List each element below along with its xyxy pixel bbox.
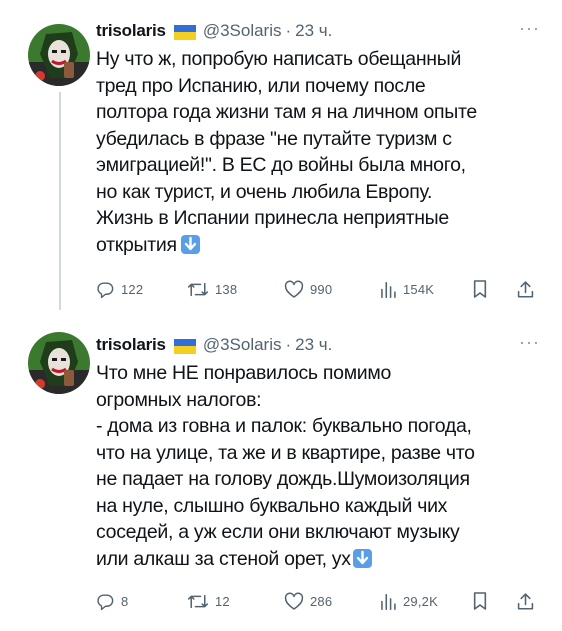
avatar[interactable] — [28, 332, 90, 394]
tweet-text-line: Что мне НЕ понравилось помимо — [96, 362, 392, 384]
tweet-text: Что мне НЕ понравилось помимо огромных н… — [96, 360, 546, 572]
bookmark-icon — [473, 280, 487, 298]
reply-count: 122 — [121, 281, 144, 297]
reply-button[interactable]: 8 — [96, 592, 128, 611]
author-handle[interactable]: @3Solaris — [203, 21, 282, 41]
tweet-text-line: эмиграцией!". В ЕС до войны была много, — [96, 154, 466, 176]
tweet-header: trisolaris @3Solaris · 23 ч. — [96, 20, 332, 42]
tweet-text-line-last: или алкаш за стеной орет, ух — [96, 546, 546, 573]
views-button[interactable]: 154K — [379, 280, 434, 299]
retweet-button[interactable]: 138 — [187, 280, 237, 299]
like-button[interactable]: 990 — [284, 280, 332, 299]
views-icon — [381, 593, 396, 610]
more-options-icon[interactable]: ··· — [519, 18, 540, 39]
like-count: 990 — [310, 281, 333, 297]
tweet-text-line: огромных налогов: — [96, 388, 262, 411]
tweet-text-line: но как турист, и очень любила Европу. — [96, 180, 433, 203]
retweet-count: 12 — [215, 593, 230, 609]
bookmark-button[interactable] — [472, 591, 488, 611]
tweet-text-line-last: открытия — [96, 232, 546, 259]
share-icon — [517, 593, 534, 610]
views-icon — [381, 281, 396, 298]
tweet-text-line: полтора года жизни там я на личном опыте — [96, 101, 477, 123]
tweet-1[interactable]: trisolaris @3Solaris · 23 ч. ··· Ну что … — [0, 0, 562, 315]
author-name[interactable]: trisolaris — [96, 21, 166, 41]
tweet-timestamp[interactable]: 23 ч. — [295, 335, 332, 355]
like-count: 286 — [310, 593, 333, 609]
ukraine-flag-icon — [173, 24, 196, 40]
tweet-text-line: соседей, а уж если они включают музыку — [96, 521, 460, 543]
down-arrow-emoji-icon — [180, 234, 200, 254]
tweet-text-line: Жизнь в Испании принесла неприятные — [96, 207, 449, 229]
tweet-text-line: что на улице, та же и в квартире, разве … — [96, 441, 475, 464]
like-button[interactable]: 286 — [284, 592, 332, 611]
separator-dot: · — [285, 21, 292, 40]
reply-icon — [97, 593, 114, 610]
more-options-icon[interactable]: ··· — [519, 332, 540, 353]
separator-dot: · — [285, 335, 292, 354]
tweet-text-line: - дома из говна и палок: буквально погод… — [96, 415, 472, 437]
tweet-text-line: убедилась в фразе "не путайте туризм с — [96, 127, 452, 150]
reply-count: 8 — [121, 593, 129, 609]
tweet-text-line: тред про Испанию, или почему после — [96, 74, 426, 97]
reply-button[interactable]: 122 — [96, 280, 143, 299]
reply-icon — [97, 281, 114, 298]
tweet-text-fragment: открытия — [96, 233, 177, 256]
retweet-icon — [187, 594, 209, 608]
heart-icon — [284, 592, 304, 610]
tweet-text-line: не падает на голову дождь.Шумоизоляция — [96, 468, 470, 490]
bookmark-icon — [473, 592, 487, 610]
author-handle[interactable]: @3Solaris — [203, 335, 282, 355]
tweet-header: trisolaris @3Solaris · 23 ч. — [96, 334, 332, 356]
views-button[interactable]: 29,2K — [379, 592, 438, 611]
tweet-text-line: Ну что ж, попробую написать обещанный — [96, 48, 462, 70]
views-count: 29,2K — [403, 593, 438, 609]
heart-icon — [284, 280, 304, 298]
retweet-button[interactable]: 12 — [187, 592, 230, 611]
author-name[interactable]: trisolaris — [96, 335, 166, 355]
tweet-2[interactable]: trisolaris @3Solaris · 23 ч. ··· Что мне… — [0, 315, 562, 631]
retweet-count: 138 — [215, 281, 238, 297]
thread-line — [59, 92, 61, 310]
share-icon — [517, 281, 534, 298]
down-arrow-emoji-icon — [352, 548, 372, 568]
tweet-timestamp[interactable]: 23 ч. — [295, 21, 332, 41]
tweet-text: Ну что ж, попробую написать обещанный тр… — [96, 46, 546, 258]
views-count: 154K — [403, 281, 435, 297]
share-button[interactable] — [516, 279, 535, 299]
tweet-actions: 122 138 990 154K — [96, 277, 536, 301]
bookmark-button[interactable] — [472, 279, 488, 299]
tweet-actions: 8 12 286 29,2K — [96, 589, 536, 613]
tweet-text-fragment: или алкаш за стеной орет, ух — [96, 547, 351, 570]
retweet-icon — [187, 282, 209, 296]
share-button[interactable] — [516, 591, 535, 611]
avatar[interactable] — [28, 24, 90, 86]
tweet-text-line: на нуле, слышно буквально каждый чих — [96, 494, 448, 517]
ukraine-flag-icon — [173, 338, 196, 354]
